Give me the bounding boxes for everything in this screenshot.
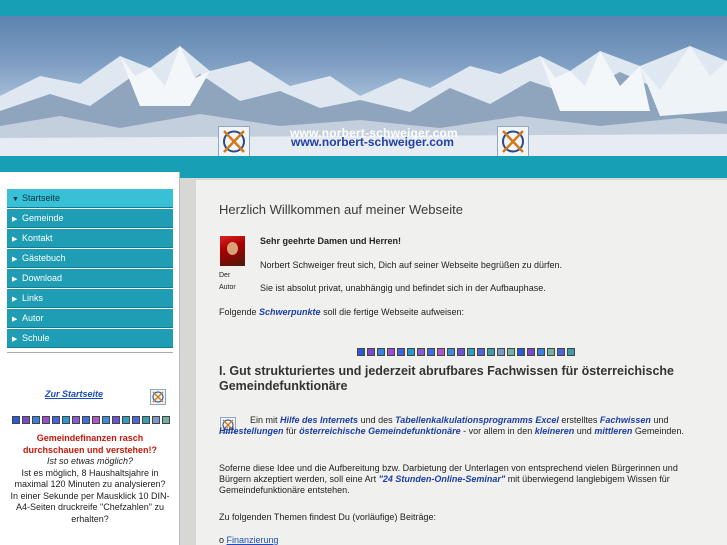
square-icon: [397, 348, 405, 356]
section-title: I. Gut strukturiertes und jederzeit abru…: [219, 364, 674, 393]
triangle-right-icon: ▶: [12, 296, 18, 303]
home-link[interactable]: Zur Startseite: [45, 389, 103, 399]
triangle-right-icon: ▶: [12, 336, 18, 343]
focus-text: Folgende Schwerpunkte soll die fertige W…: [219, 307, 464, 317]
nav-item-gaestebuch[interactable]: ▶ Gästebuch: [7, 249, 173, 268]
square-icon: [507, 348, 515, 356]
main-navigation: ▼ Startseite ▶ Gemeinde ▶ Kontakt ▶ Gästebuc…: [7, 189, 173, 349]
nav-item-download[interactable]: ▶ Download: [7, 269, 173, 288]
square-icon: [467, 348, 475, 356]
square-icon: [537, 348, 545, 356]
nav-item-links[interactable]: ▶ Links: [7, 289, 173, 308]
square-icon: [52, 416, 60, 424]
square-icon: [417, 348, 425, 356]
square-icon: [122, 416, 130, 424]
main-content: Herzlich Willkommen auf meiner Webseite …: [196, 180, 727, 545]
square-icon: [22, 416, 30, 424]
bullet: o: [219, 535, 225, 545]
intro-text: Norbert Schweiger freut sich, Dich auf s…: [260, 260, 562, 270]
square-icon: [32, 416, 40, 424]
square-icon: [487, 348, 495, 356]
page-title: Herzlich Willkommen auf meiner Webseite: [219, 202, 463, 217]
square-icon: [387, 348, 395, 356]
promo-line: In einer Sekunde per Mausklick 10 DIN-A4…: [10, 490, 170, 524]
square-icon: [72, 416, 80, 424]
promo-text: Gemeindefinanzen rasch durchschauen und …: [7, 433, 173, 525]
paragraph-seminar: Soferne diese Idee und die Aufbereitung …: [219, 463, 678, 495]
square-icon: [142, 416, 150, 424]
nav-item-schule[interactable]: ▶ Schule: [7, 329, 173, 348]
square-icon: [557, 348, 565, 356]
promo-title: Gemeindefinanzen rasch durchschauen und …: [22, 433, 158, 455]
square-icon: [517, 348, 525, 356]
decorative-square-row: [12, 416, 170, 424]
nav-item-kontakt[interactable]: ▶ Kontakt: [7, 229, 173, 248]
top-bar: [0, 0, 727, 16]
square-icon: [112, 416, 120, 424]
promo-question: Ist so etwas möglich?: [46, 456, 134, 466]
square-icon: [42, 416, 50, 424]
header-banner: www.norbert-schweiger.com www.norbert-sc…: [0, 16, 727, 156]
square-icon: [12, 416, 20, 424]
topic-list-item: o Finanzierung: [219, 535, 279, 545]
nav-item-autor[interactable]: ▶ Autor: [7, 309, 173, 328]
square-icon: [527, 348, 535, 356]
status-text: Sie ist absolut privat, unabhängig und b…: [260, 283, 546, 293]
sidebar-promo-box: Zur Startseite Gemeindefinanzen rasch du…: [7, 352, 173, 545]
cross-circle-logo-icon: [497, 126, 529, 156]
cross-circle-logo-icon[interactable]: [150, 389, 166, 405]
square-icon: [447, 348, 455, 356]
nav-item-gemeinde[interactable]: ▶ Gemeinde: [7, 209, 173, 228]
square-icon: [437, 348, 445, 356]
paragraph-fachwissen: Ein mit Hilfe des Internets und des Tabe…: [219, 415, 684, 436]
triangle-right-icon: ▶: [12, 276, 18, 283]
square-icon: [477, 348, 485, 356]
square-icon: [357, 348, 365, 356]
square-icon: [92, 416, 100, 424]
triangle-down-icon: ▼: [12, 196, 19, 203]
square-icon: [567, 348, 575, 356]
square-icon: [102, 416, 110, 424]
square-icon: [82, 416, 90, 424]
greeting-text: Sehr geehrte Damen und Herren!: [260, 236, 402, 246]
author-caption: Der Autor: [219, 272, 236, 291]
triangle-right-icon: ▶: [12, 236, 18, 243]
topics-intro: Zu folgenden Themen findest Du (vorläufi…: [219, 512, 436, 522]
square-icon: [457, 348, 465, 356]
square-icon: [62, 416, 70, 424]
triangle-right-icon: ▶: [12, 316, 18, 323]
promo-line: Ist es möglich, 8 Haushaltsjahre in maxi…: [14, 467, 166, 490]
square-icon: [152, 416, 160, 424]
square-icon: [132, 416, 140, 424]
topic-link-finanzierung[interactable]: Finanzierung: [227, 535, 279, 545]
decorative-square-row: [357, 348, 575, 356]
square-icon: [162, 416, 170, 424]
nav-item-startseite[interactable]: ▼ Startseite: [7, 189, 173, 208]
triangle-right-icon: ▶: [12, 256, 18, 263]
author-photo: [220, 236, 245, 266]
square-icon: [377, 348, 385, 356]
square-icon: [407, 348, 415, 356]
square-icon: [427, 348, 435, 356]
square-icon: [547, 348, 555, 356]
square-icon: [367, 348, 375, 356]
square-icon: [497, 348, 505, 356]
triangle-right-icon: ▶: [12, 216, 18, 223]
site-url-subtitle: www.norbert-schweiger.com: [291, 135, 454, 149]
cross-circle-logo-icon: [218, 126, 250, 156]
